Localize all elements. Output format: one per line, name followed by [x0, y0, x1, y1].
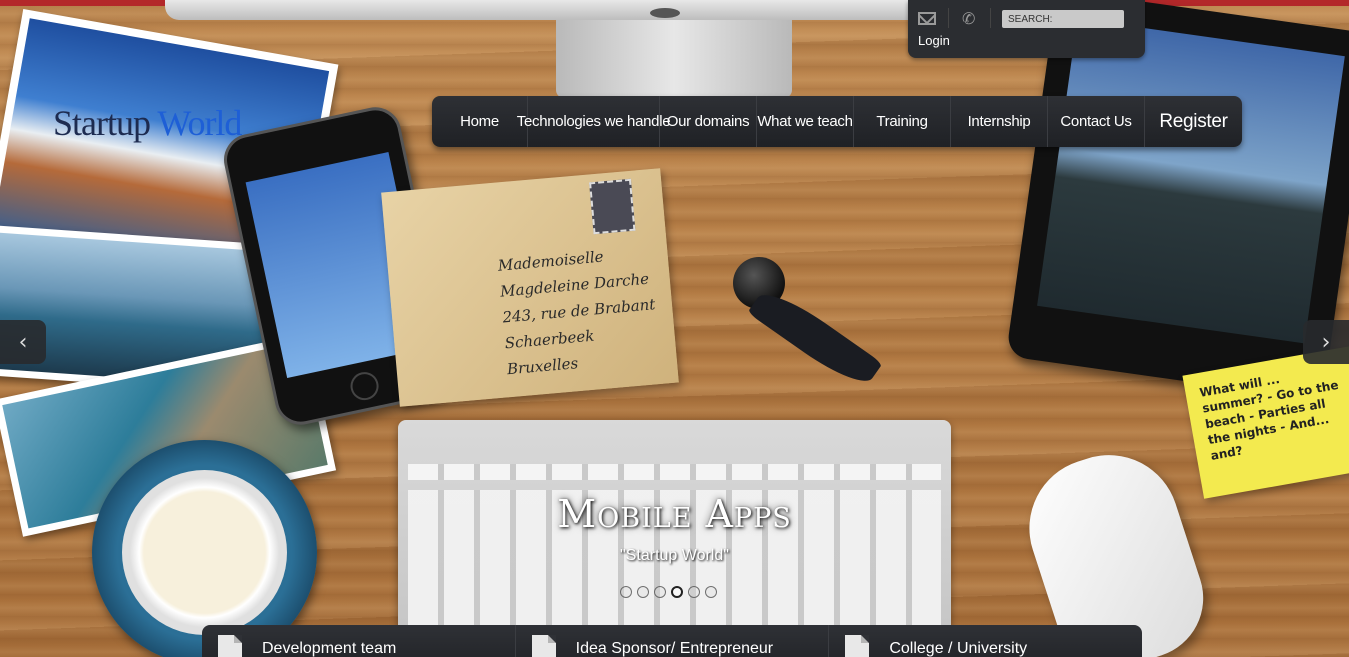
slider-prev-button[interactable]: ‹ — [0, 320, 46, 364]
nav-item-register[interactable]: Register — [1145, 96, 1242, 147]
vintage-postcard: Mademoiselle Magdeleine Darche 243, rue … — [381, 168, 679, 407]
tab-label: College / University — [889, 640, 1028, 657]
tab-label: Idea Sponsor/ Entrepreneur — [575, 640, 774, 657]
ipad-image — [1005, 0, 1349, 401]
nav-item-what-we-teach[interactable]: What we teach — [757, 96, 854, 147]
nav-item-home[interactable]: Home — [432, 96, 528, 147]
document-icon — [218, 635, 242, 657]
postcard-handwriting: Mademoiselle Magdeleine Darche 243, rue … — [497, 247, 656, 379]
nav-item-internship[interactable]: Internship — [951, 96, 1048, 147]
slider-dot[interactable] — [688, 586, 700, 598]
mail-icon[interactable] — [918, 12, 936, 25]
monitor-bezel — [165, 0, 925, 20]
phone-icon[interactable]: ✆ — [962, 9, 975, 28]
slide-title: Mobile Apps — [557, 492, 792, 536]
nav-item-our-domains[interactable]: Our domains — [660, 96, 757, 147]
nav-item-contact-us[interactable]: Contact Us — [1048, 96, 1145, 147]
keyboard-image — [398, 420, 951, 657]
tab-development-team[interactable]: Development team — [202, 625, 516, 657]
login-link[interactable]: Login — [918, 33, 950, 48]
monitor-stand — [556, 20, 792, 98]
divider — [990, 8, 991, 28]
slider-dot-active[interactable] — [671, 586, 683, 598]
slider-dot[interactable] — [637, 586, 649, 598]
divider — [948, 8, 949, 28]
nav-item-technologies[interactable]: Technologies we handle — [517, 96, 671, 147]
slider-dot[interactable] — [654, 586, 666, 598]
iphone-home-button — [347, 369, 382, 403]
nav-item-training[interactable]: Training — [854, 96, 951, 147]
chevron-left-icon: ‹ — [18, 329, 28, 355]
keyboard-function-row — [408, 464, 941, 480]
slider-dot[interactable] — [705, 586, 717, 598]
main-navigation: Home Technologies we handle Our domains … — [432, 96, 1242, 147]
slider-pagination — [620, 586, 717, 598]
ipad-screen — [1037, 18, 1345, 344]
logo-text-world: World — [157, 103, 242, 143]
chevron-right-icon: › — [1321, 329, 1331, 355]
slide-subtitle: "Startup World" — [620, 547, 729, 564]
site-logo[interactable]: Startup World — [53, 102, 242, 144]
audience-tabs: Development team Idea Sponsor/ Entrepren… — [202, 625, 1142, 657]
document-icon — [845, 635, 870, 657]
search-input[interactable] — [1002, 10, 1124, 28]
stamp-image — [589, 178, 636, 235]
apple-logo-icon — [650, 8, 680, 18]
tab-college-university[interactable]: College / University — [829, 625, 1142, 657]
tab-label: Development team — [262, 640, 397, 657]
slider-next-button[interactable]: › — [1303, 320, 1349, 364]
tab-idea-sponsor[interactable]: Idea Sponsor/ Entrepreneur — [516, 625, 830, 657]
document-icon — [531, 635, 556, 657]
utility-bar: ✆ Login — [908, 0, 1145, 58]
slider-dot[interactable] — [620, 586, 632, 598]
logo-text-startup: Startup — [53, 103, 158, 143]
